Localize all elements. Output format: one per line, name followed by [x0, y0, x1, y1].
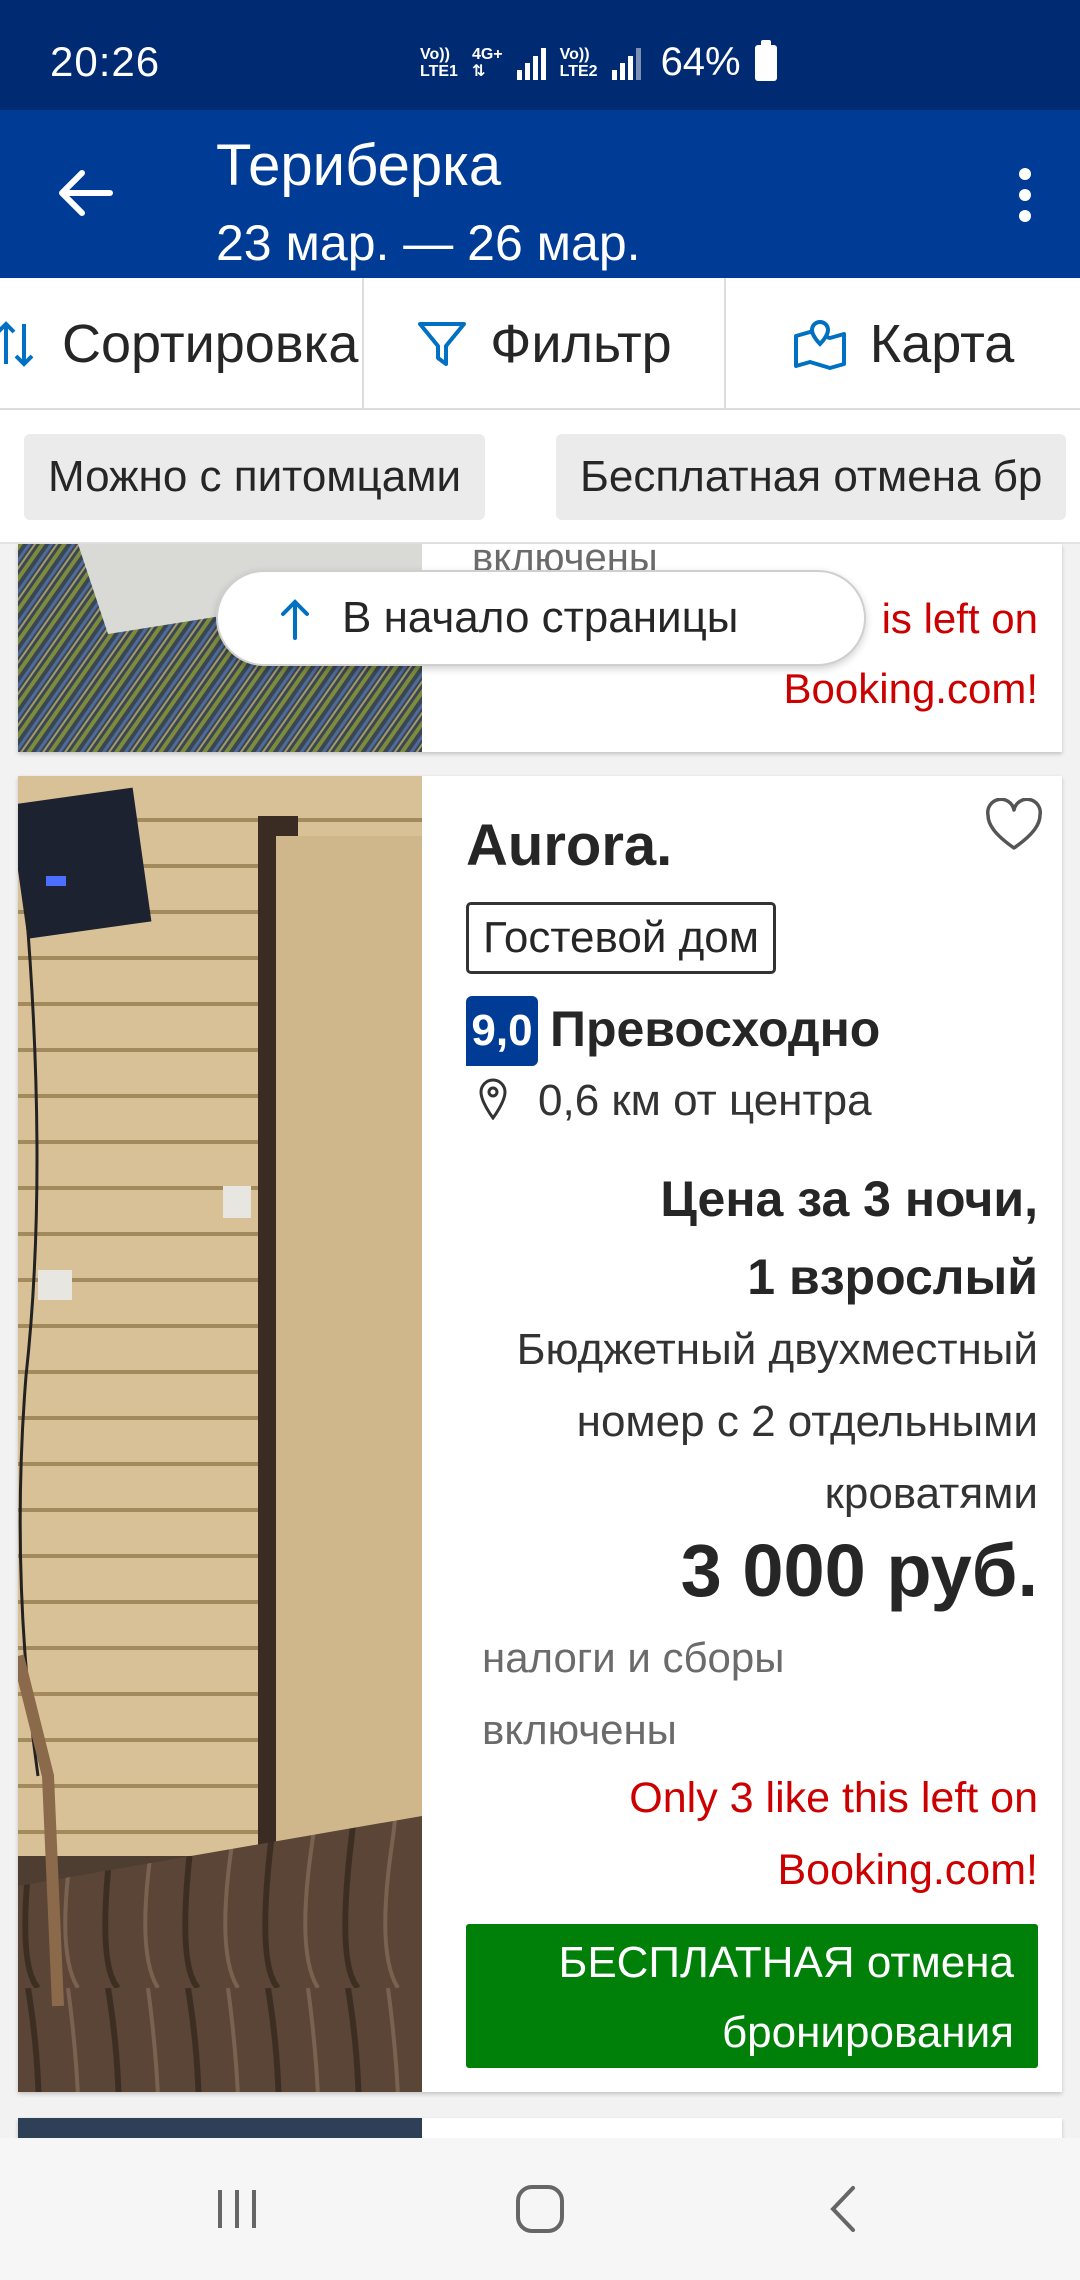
sort-button[interactable]: Сортировка: [0, 278, 362, 410]
sort-label: Сортировка: [62, 314, 359, 374]
home-icon: [516, 2185, 564, 2233]
location-pin-icon: [479, 1078, 507, 1120]
total-price: 3 000 руб.: [680, 1529, 1038, 1612]
more-vertical-icon: [1019, 168, 1031, 222]
map-icon: [793, 319, 846, 370]
arrow-left-icon: [59, 170, 113, 216]
property-type-badge: Гостевой дом: [466, 902, 777, 974]
back-to-top-label: В начало страницы: [342, 593, 739, 642]
signal-bars-2-icon: [611, 46, 641, 80]
system-navigation-bar: [0, 2138, 1080, 2280]
home-button[interactable]: [495, 2164, 585, 2254]
review-score-badge: 9,0: [466, 996, 538, 1066]
back-button[interactable]: [50, 158, 120, 228]
distance-from-center: 0,6 км от центра: [538, 1076, 872, 1125]
availability-note: Only 3 like this left on Booking.com!: [629, 1774, 1038, 1894]
network-type-indicator: 4G+ ⇅: [471, 45, 503, 80]
status-bar: 20:26 Vo)) LTE1 4G+ ⇅ Vo)) LTE2 64%: [0, 0, 1080, 110]
property-card[interactable]: Aurora. Гостевой дом 9,0 Превосходно 0,6…: [18, 776, 1062, 2092]
room-type: Бюджетный двухместный номер с 2 отдельны…: [516, 1325, 1038, 1518]
free-cancellation-badge: БЕСПЛАТНАЯ отмена бронирования: [466, 1924, 1038, 2068]
battery-percent: 64%: [660, 40, 741, 84]
recent-apps-icon: [218, 2190, 256, 2228]
results-toolbar: Сортировка Фильтр Карта: [0, 278, 1080, 410]
sim1-indicator: Vo)) LTE1: [420, 45, 458, 80]
back-to-top-button[interactable]: В начало страницы: [216, 570, 866, 666]
property-details: Aurora. Гостевой дом 9,0 Превосходно 0,6…: [448, 776, 1062, 2092]
sort-icon: [0, 321, 34, 367]
arrow-up-icon: [281, 599, 309, 640]
filter-button[interactable]: Фильтр: [362, 278, 724, 410]
search-results-screen: 20:26 Vo)) LTE1 4G+ ⇅ Vo)) LTE2 64% Тери…: [0, 0, 1080, 2280]
more-options-button[interactable]: [1000, 160, 1050, 230]
property-name[interactable]: Aurora.: [466, 812, 672, 879]
status-icons: Vo)) LTE1 4G+ ⇅ Vo)) LTE2 64%: [420, 39, 777, 85]
chip-free-cancellation[interactable]: Бесплатная отмена бр: [556, 434, 1067, 520]
property-photo[interactable]: [18, 776, 422, 2092]
review-score-label: Превосходно: [550, 1001, 881, 1057]
chevron-left-icon: [830, 2186, 855, 2232]
save-favorite-button[interactable]: [984, 797, 1044, 854]
destination-title[interactable]: Териберка: [216, 132, 501, 199]
sim2-indicator: Vo)) LTE2: [559, 45, 598, 80]
map-label: Карта: [869, 314, 1015, 374]
signal-bars-1-icon: [516, 46, 546, 80]
battery-icon: [754, 39, 777, 81]
date-range[interactable]: 23 мар. — 26 мар.: [216, 214, 641, 272]
taxes-note: налоги и сборы включены: [482, 1634, 785, 1753]
map-button[interactable]: Карта: [724, 278, 1080, 410]
quick-filter-chips: Можно с питомцами Бесплатная отмена бр: [0, 410, 1080, 544]
price-description: Цена за 3 ночи, 1 взрослый: [660, 1171, 1038, 1305]
heart-icon: [986, 797, 1042, 850]
filter-icon: [418, 322, 467, 366]
app-header: Териберка 23 мар. — 26 мар.: [0, 110, 1080, 278]
filter-label: Фильтр: [490, 314, 672, 374]
chip-pets-allowed[interactable]: Можно с питомцами: [24, 434, 486, 520]
recent-apps-button[interactable]: [192, 2164, 282, 2254]
status-time: 20:26: [50, 38, 161, 85]
system-back-button[interactable]: [798, 2164, 888, 2254]
